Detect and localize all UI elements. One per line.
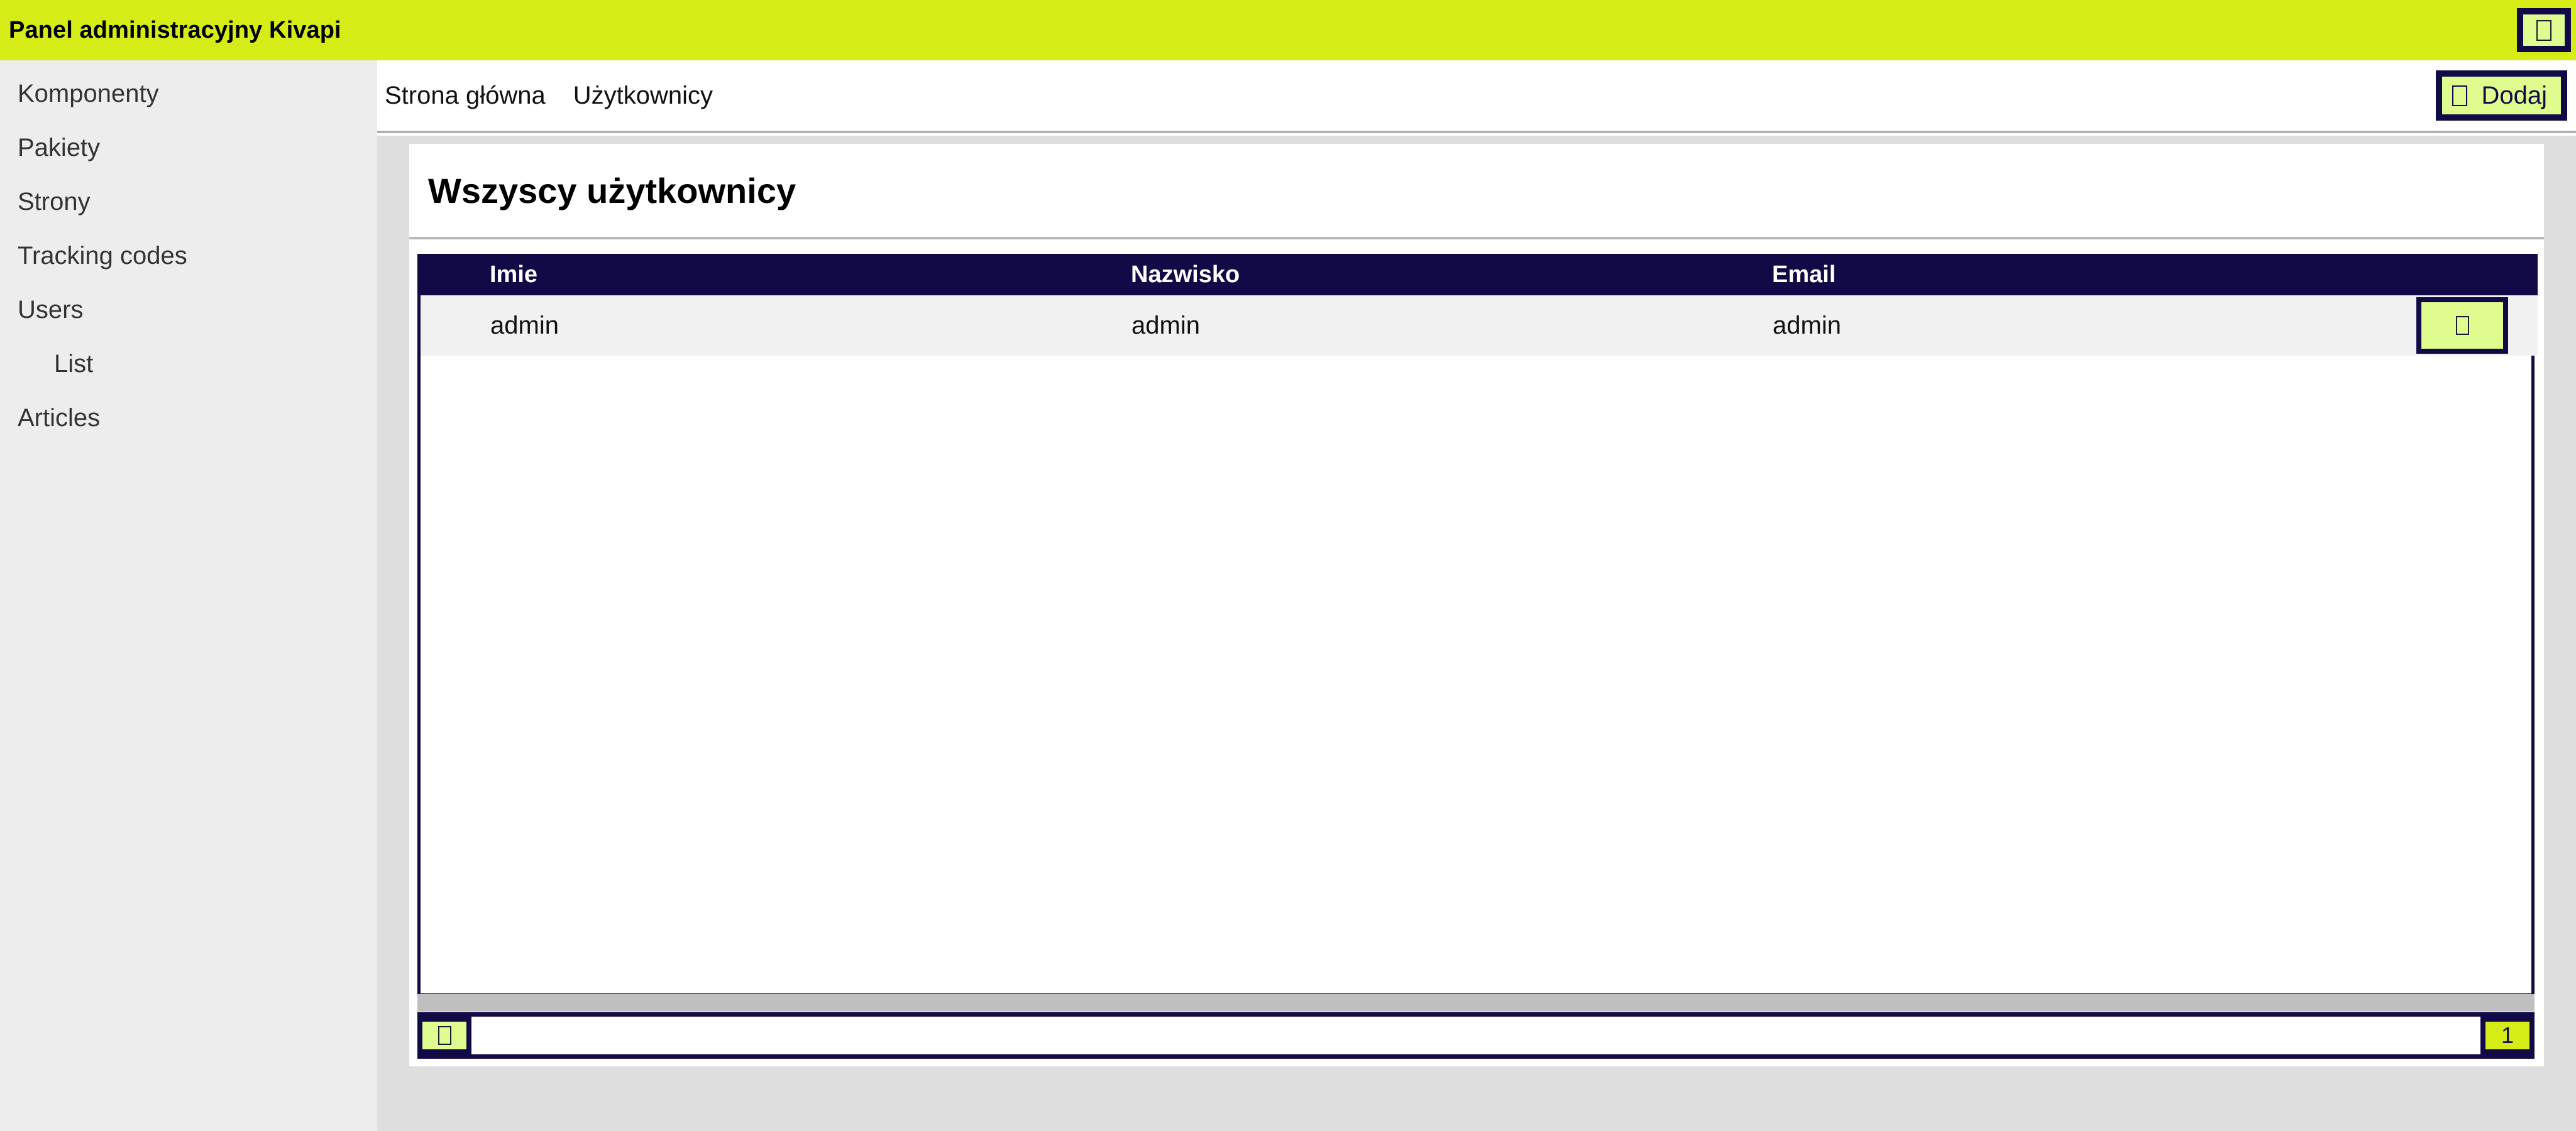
page-title: Wszyscy użytkownicy [428, 170, 796, 210]
cell-actions [2401, 295, 2538, 356]
sidebar-item-label: Tracking codes [18, 242, 187, 270]
table-header: Imie Nazwisko Email [421, 254, 2538, 295]
sidebar-item-label: Users [18, 296, 84, 324]
pagination-bar: 1 [417, 1012, 2535, 1059]
sidebar-item-articles[interactable]: Articles [0, 391, 377, 445]
edit-icon [2455, 316, 2469, 335]
sidebar-item-tracking-codes[interactable]: Tracking codes [0, 229, 377, 283]
sidebar-item-label: Articles [18, 404, 101, 432]
pagination-spacer [471, 1017, 2480, 1054]
plus-icon [2452, 85, 2468, 106]
pagination-prev-button[interactable] [417, 1017, 471, 1054]
app-title: Panel administracyjny Kivapi [9, 16, 341, 43]
cell-lead [421, 295, 490, 356]
chevron-left-icon [438, 1026, 451, 1045]
row-edit-button[interactable] [2416, 297, 2508, 354]
column-header-imie[interactable]: Imie [490, 254, 1131, 295]
breadcrumb-bar: Strona główna Użytkownicy Dodaj [377, 60, 2576, 133]
sidebar-item-pakiety[interactable]: Pakiety [0, 121, 377, 175]
column-header-lead [421, 254, 490, 295]
sidebar-item-label: Pakiety [18, 134, 101, 161]
card-header: Wszyscy użytkownicy [409, 144, 2544, 239]
sidebar-item-label: Strony [18, 188, 91, 216]
cell-email: admin [1772, 295, 2401, 356]
page-body: Wszyscy użytkownicy Imie Nazwisko Email [377, 136, 2576, 1131]
add-button-label: Dodaj [2481, 81, 2547, 109]
breadcrumb-item-users[interactable]: Użytkownicy [573, 82, 713, 110]
table-horizontal-scrollbar[interactable] [417, 994, 2535, 1012]
menu-toggle-button[interactable] [2517, 8, 2571, 52]
breadcrumb-item-home[interactable]: Strona główna [385, 82, 546, 110]
column-header-actions [2401, 254, 2538, 295]
cell-imie: admin [490, 295, 1131, 356]
pagination-page-1-button[interactable]: 1 [2480, 1017, 2535, 1054]
users-table: Imie Nazwisko Email admin admin admin [421, 254, 2538, 356]
table-body: admin admin admin [421, 295, 2538, 356]
sidebar-item-label: List [54, 350, 94, 378]
table-row[interactable]: admin admin admin [421, 295, 2538, 356]
sidebar-item-users[interactable]: Users [0, 283, 377, 337]
users-card: Wszyscy użytkownicy Imie Nazwisko Email [409, 143, 2545, 1067]
column-header-email[interactable]: Email [1772, 254, 2401, 295]
column-header-nazwisko[interactable]: Nazwisko [1131, 254, 1772, 295]
cell-nazwisko: admin [1131, 295, 1772, 356]
users-table-container: Imie Nazwisko Email admin admin admin [417, 254, 2538, 995]
table-header-row: Imie Nazwisko Email [421, 254, 2538, 295]
sidebar-item-users-list[interactable]: List [0, 337, 377, 391]
sidebar: Komponenty Pakiety Strony Tracking codes… [0, 60, 377, 1131]
app-header: Panel administracyjny Kivapi [0, 0, 2576, 60]
menu-toggle-icon [2536, 19, 2551, 41]
sidebar-item-label: Komponenty [18, 80, 159, 107]
sidebar-item-strony[interactable]: Strony [0, 175, 377, 229]
sidebar-item-komponenty[interactable]: Komponenty [0, 67, 377, 121]
add-button[interactable]: Dodaj [2436, 70, 2567, 121]
